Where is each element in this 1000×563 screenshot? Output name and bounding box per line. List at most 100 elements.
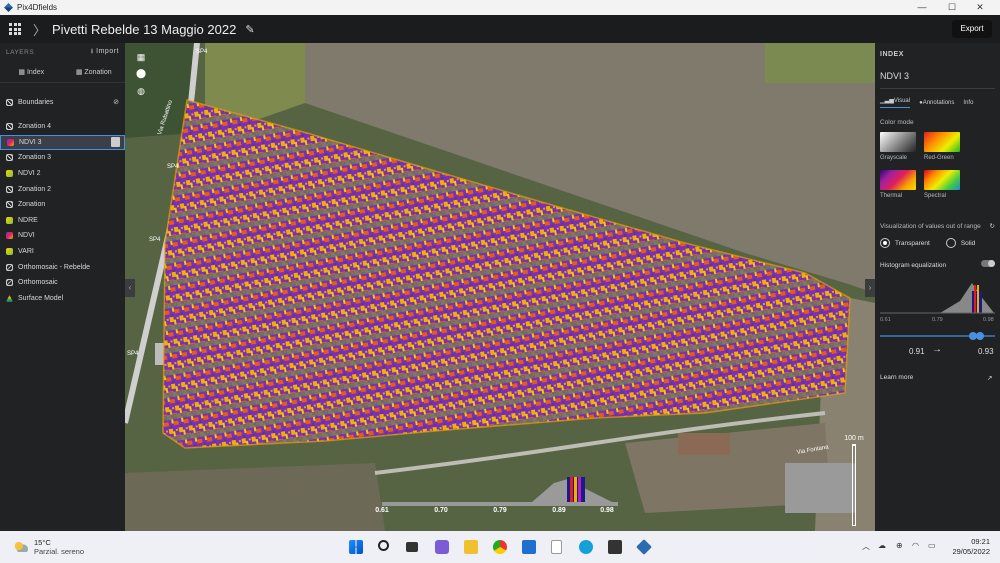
tab-label: Info <box>963 99 974 106</box>
task-view-icon[interactable] <box>406 542 418 552</box>
wifi-icon[interactable]: ◠ <box>912 541 919 550</box>
import-label: Import <box>96 47 119 55</box>
index-tab-button[interactable]: ▦ Index <box>0 68 63 76</box>
index-icon <box>7 138 14 146</box>
leaf-icon <box>6 216 13 224</box>
zonation-icon <box>6 201 13 209</box>
divider <box>880 88 995 89</box>
layer-orthomosaic[interactable]: Orthomosaic <box>0 275 125 291</box>
collapse-left-button[interactable]: ‹ <box>125 279 135 297</box>
histogram-equalization-toggle[interactable] <box>981 260 995 267</box>
layer-label: NDRE <box>18 216 38 224</box>
window-title: Pix4Dfields <box>17 3 58 12</box>
layer-label: Zonation <box>18 201 46 209</box>
chrome-icon[interactable] <box>493 540 507 554</box>
layer-label: NDVI <box>18 232 35 240</box>
color-mode-label: Color mode <box>880 119 914 126</box>
tab-info[interactable]: Info <box>963 100 973 106</box>
map-legend: 0.61 0.70 0.79 0.89 0.98 <box>375 473 618 519</box>
leaf-icon <box>6 248 13 256</box>
layer-label: VARI <box>18 248 34 256</box>
learn-more-link[interactable]: Learn more <box>880 374 913 381</box>
tray-chevron-icon[interactable]: ︿ <box>862 541 870 552</box>
road-label: SP4 <box>167 164 179 170</box>
range-min-value[interactable]: 0.91 <box>909 347 925 356</box>
start-windows-icon[interactable] <box>349 540 363 554</box>
zonation-tab-label: Zonation <box>84 68 112 76</box>
onedrive-icon[interactable]: ☁ <box>878 541 886 550</box>
teams-chat-icon[interactable] <box>435 540 449 554</box>
color-mode-grid: Grayscale Red-Green Thermal Spectral <box>875 126 1000 211</box>
hist-tick: 0.61 <box>880 317 891 323</box>
index-icon <box>6 232 13 240</box>
mail-icon[interactable] <box>522 540 536 554</box>
layer-zonation-2[interactable]: Zonation 2 <box>0 181 125 197</box>
layer-zonation[interactable]: Zonation <box>0 197 125 213</box>
chart-icon: ▁▃▅ <box>880 98 894 104</box>
layer-orthomosaic-rebelde[interactable]: Orthomosaic - Rebelde <box>0 259 125 275</box>
layer-label: Boundaries <box>18 98 54 106</box>
layer-label: Zonation 2 <box>18 185 52 193</box>
apps-grid-icon[interactable] <box>9 23 21 35</box>
import-button[interactable]: ⭳ Import <box>91 47 119 58</box>
map-view[interactable]: SP4 SP4 SP4 SP4 Via Rubattino Via Fontan… <box>125 43 875 531</box>
clock-date: 29/05/2022 <box>952 547 990 556</box>
swatch-red-green[interactable] <box>924 132 960 152</box>
road-label: SP4 <box>149 237 161 243</box>
histogram-equalization-label: Histogram equalization <box>880 262 947 269</box>
file-explorer-icon[interactable] <box>464 540 478 554</box>
close-button[interactable]: ✕ <box>960 0 1000 15</box>
battery-icon[interactable]: ▭ <box>928 541 936 550</box>
layer-surface-model[interactable]: Surface Model <box>0 291 125 307</box>
layer-boundaries[interactable]: Boundaries ⊘ <box>0 91 125 113</box>
range-slider-max-handle[interactable] <box>976 332 984 340</box>
layer-ndvi[interactable]: NDVI <box>0 228 125 244</box>
layer-zonation-3[interactable]: Zonation 3 <box>0 150 125 166</box>
reset-icon[interactable]: ↻ <box>990 222 995 230</box>
layer-ndvi-2[interactable]: NDVI 2 <box>0 166 125 182</box>
map-canvas[interactable]: SP4 SP4 SP4 SP4 Via Rubattino Via Fontan… <box>125 43 875 531</box>
eye-off-icon[interactable]: ⊘ <box>113 98 119 106</box>
clock[interactable]: 09:21 29/05/2022 <box>952 537 990 557</box>
search-icon[interactable] <box>378 540 389 551</box>
pix4dfields-taskbar-icon[interactable] <box>636 539 652 555</box>
swatch-thermal[interactable] <box>880 170 916 190</box>
scale-bar-line <box>852 444 856 526</box>
store-icon[interactable] <box>579 540 593 554</box>
radio-transparent[interactable] <box>880 238 890 248</box>
pix4d-logo-icon <box>4 3 13 12</box>
legend-tick: 0.61 <box>375 507 389 514</box>
swatch-spectral[interactable] <box>924 170 960 190</box>
terminal-icon[interactable] <box>608 540 622 554</box>
legend-tick: 0.98 <box>600 507 614 514</box>
road-label: SP4 <box>196 49 208 55</box>
swatch-label: Grayscale <box>880 155 908 161</box>
tab-annotations[interactable]: ● Annotations <box>919 100 954 106</box>
weather-widget[interactable]: 15°C Parzial. sereno <box>14 538 84 556</box>
notepad-icon[interactable] <box>551 540 562 554</box>
trash-icon[interactable] <box>111 137 120 148</box>
layer-zonation-4[interactable]: Zonation 4 <box>0 119 125 135</box>
language-icon[interactable]: ⊕ <box>896 541 903 550</box>
breadcrumb-separator: 〉 <box>33 22 47 38</box>
layer-label: NDVI 3 <box>19 138 42 146</box>
external-link-icon[interactable]: ↗ <box>987 374 992 382</box>
project-title: Pivetti Rebelde 13 Maggio 2022 <box>52 21 237 37</box>
export-button[interactable]: Export <box>952 20 992 38</box>
collapse-right-button[interactable]: › <box>865 279 875 297</box>
out-of-range-label: Visualization of values out of range ↻ <box>880 223 995 230</box>
range-max-value[interactable]: 0.93 <box>978 347 994 356</box>
swatch-grayscale[interactable] <box>880 132 916 152</box>
index-heading: INDEX <box>880 51 904 58</box>
edit-pencil-icon[interactable]: ✎ <box>245 23 254 36</box>
radio-solid[interactable] <box>945 238 956 248</box>
layer-ndre[interactable]: NDRE <box>0 213 125 229</box>
location-pin-icon[interactable]: ⬤ <box>135 67 147 79</box>
globe-icon[interactable]: ◍ <box>135 85 147 97</box>
layer-vari[interactable]: VARI <box>0 244 125 260</box>
zonation-icon <box>6 185 13 193</box>
tab-visual[interactable]: ▁▃▅ Visual <box>880 97 911 108</box>
layer-ndvi-3[interactable]: NDVI 3 <box>0 134 125 151</box>
zonation-tab-button[interactable]: ▦ Zonation <box>63 68 126 76</box>
layers-tool-icon[interactable]: ▦ <box>135 51 147 63</box>
